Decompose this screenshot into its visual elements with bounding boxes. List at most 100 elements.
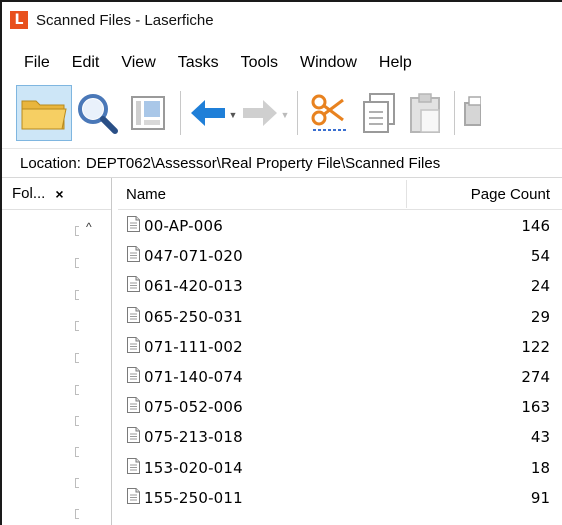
folder-pane-header: Fol... × xyxy=(2,178,111,210)
menu-file[interactable]: File xyxy=(16,54,61,72)
page-count: 29 xyxy=(530,307,550,326)
forward-arrow-icon xyxy=(242,100,277,126)
file-row[interactable]: 061-420-013 24 xyxy=(118,270,562,300)
toolbar-separator xyxy=(454,91,455,135)
metadata-button[interactable] xyxy=(122,85,174,141)
folder-icon xyxy=(21,100,67,130)
document-icon xyxy=(127,457,140,474)
column-divider[interactable] xyxy=(406,180,407,208)
file-name: 061-420-013 xyxy=(144,277,243,296)
cut-icon xyxy=(311,94,347,131)
copy-icon xyxy=(363,93,395,133)
page-count: 91 xyxy=(530,488,550,507)
column-header-row: Name Page Count xyxy=(118,178,562,210)
close-icon[interactable]: × xyxy=(55,186,63,202)
menu-edit[interactable]: Edit xyxy=(61,54,111,72)
print-button[interactable] xyxy=(461,85,481,141)
document-icon xyxy=(127,216,140,232)
location-path[interactable]: DEPT062\Assessor\Real Property File\Scan… xyxy=(86,155,440,172)
file-list: Name Page Count 00-AP-006 146 047-071-020 5… xyxy=(118,178,562,525)
tree-expander-icon[interactable] xyxy=(75,226,79,236)
column-header-page-count[interactable]: Page Count xyxy=(414,186,550,203)
cut-button[interactable] xyxy=(304,85,356,141)
file-row[interactable]: 071-140-074 274 xyxy=(118,361,562,391)
page-count: 274 xyxy=(521,367,550,386)
tree-expander-icon[interactable] xyxy=(75,290,79,300)
file-row[interactable]: 047-071-020 54 xyxy=(118,240,562,270)
file-row[interactable]: 00-AP-006 146 xyxy=(118,210,562,240)
menu-bar: File Edit View Tasks Tools Window Help xyxy=(2,48,562,78)
file-name: 155-250-011 xyxy=(144,488,243,507)
file-name: 071-111-002 xyxy=(144,337,243,356)
metadata-icon xyxy=(131,96,165,130)
menu-help[interactable]: Help xyxy=(368,54,423,72)
file-rows: 00-AP-006 146 047-071-020 54 061-420-013 24 06… xyxy=(118,210,562,512)
file-name: 153-020-014 xyxy=(144,458,243,477)
document-icon xyxy=(127,366,140,383)
folder-pane-title: Fol... xyxy=(12,185,46,202)
file-name: 065-250-031 xyxy=(144,307,243,326)
page-count: 54 xyxy=(530,247,550,266)
page-count: 24 xyxy=(530,277,550,296)
paste-button[interactable] xyxy=(404,85,448,141)
toolbar: ▼ ▼ xyxy=(2,82,562,144)
page-count: 163 xyxy=(521,398,550,417)
back-dropdown-icon[interactable]: ▼ xyxy=(229,110,238,120)
tree-expander-icon[interactable] xyxy=(75,416,79,426)
forward-dropdown-icon[interactable]: ▼ xyxy=(281,110,290,120)
tree-expander-icon[interactable] xyxy=(75,258,79,268)
document-icon xyxy=(127,487,140,504)
tree-expander-icon[interactable] xyxy=(75,321,79,331)
search-button[interactable] xyxy=(72,85,122,141)
paste-icon xyxy=(410,93,440,133)
document-icon xyxy=(127,427,140,444)
tree-expander-icon[interactable] xyxy=(75,385,79,395)
file-name: 047-071-020 xyxy=(144,247,243,266)
back-button[interactable]: ▼ xyxy=(187,85,239,141)
toolbar-separator xyxy=(180,91,181,135)
menu-tasks[interactable]: Tasks xyxy=(167,54,230,72)
file-row[interactable]: 153-020-014 18 xyxy=(118,452,562,482)
forward-button[interactable]: ▼ xyxy=(239,85,291,141)
document-icon xyxy=(127,276,140,293)
back-arrow-icon xyxy=(190,100,225,126)
file-name: 071-140-074 xyxy=(144,367,243,386)
tree-expander-icon[interactable] xyxy=(75,478,79,488)
app-window: L Scanned Files - Laserfiche File Edit V… xyxy=(0,0,562,525)
column-header-name[interactable]: Name xyxy=(126,186,166,203)
scroll-up-icon[interactable]: ^ xyxy=(86,220,92,234)
file-row[interactable]: 155-250-011 91 xyxy=(118,482,562,512)
page-count: 146 xyxy=(521,217,550,235)
page-count: 43 xyxy=(530,428,550,447)
location-bar: Location: DEPT062\Assessor\Real Property… xyxy=(2,148,562,178)
file-row[interactable]: 075-213-018 43 xyxy=(118,421,562,451)
document-icon xyxy=(127,336,140,353)
folder-pane: Fol... × ^ xyxy=(2,178,112,525)
page-count: 122 xyxy=(521,337,550,356)
tree-expander-icon[interactable] xyxy=(75,353,79,363)
file-name: 075-052-006 xyxy=(144,398,243,417)
document-icon xyxy=(127,306,140,323)
copy-button[interactable] xyxy=(356,85,404,141)
print-icon xyxy=(464,96,481,126)
window-title: Scanned Files - Laserfiche xyxy=(36,11,214,29)
tree-expander-icon[interactable] xyxy=(75,509,79,519)
title-bar[interactable]: L Scanned Files - Laserfiche xyxy=(2,2,562,38)
file-row[interactable]: 071-111-002 122 xyxy=(118,331,562,361)
menu-view[interactable]: View xyxy=(110,54,166,72)
menu-tools[interactable]: Tools xyxy=(230,54,289,72)
location-label: Location: xyxy=(20,154,81,172)
file-name: 075-213-018 xyxy=(144,428,243,447)
file-row[interactable]: 065-250-031 29 xyxy=(118,301,562,331)
laserfiche-logo: L xyxy=(10,11,28,29)
folders-button[interactable] xyxy=(16,85,72,141)
page-count: 18 xyxy=(530,458,550,477)
menu-window[interactable]: Window xyxy=(289,54,368,72)
file-name: 00-AP-006 xyxy=(144,217,223,235)
document-icon xyxy=(127,246,140,263)
search-icon xyxy=(78,94,118,134)
document-icon xyxy=(127,397,140,414)
toolbar-separator xyxy=(297,91,298,135)
tree-expander-icon[interactable] xyxy=(75,447,79,457)
file-row[interactable]: 075-052-006 163 xyxy=(118,391,562,421)
